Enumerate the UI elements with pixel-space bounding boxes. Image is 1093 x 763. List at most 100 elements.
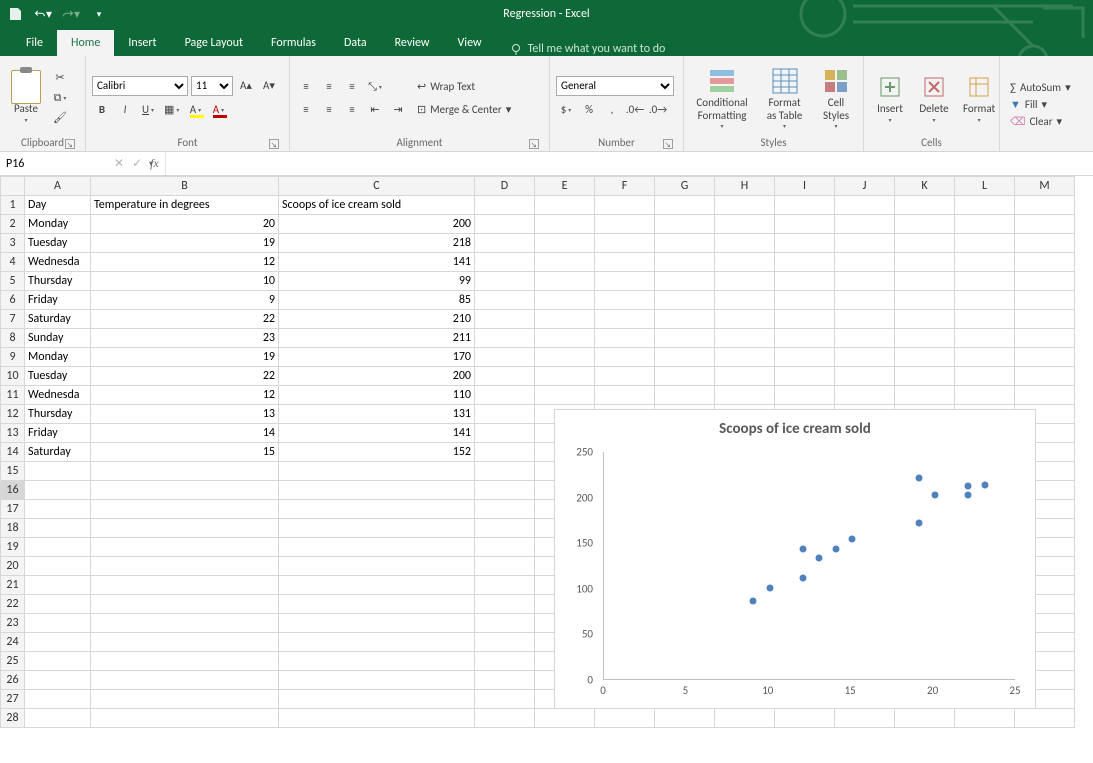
cell[interactable] [955, 386, 1015, 405]
cell[interactable] [475, 576, 535, 595]
cell[interactable] [955, 367, 1015, 386]
redo-icon[interactable]: ▾ [62, 5, 80, 23]
cell[interactable]: 23 [91, 329, 279, 348]
row-header[interactable]: 3 [1, 234, 25, 253]
tab-home[interactable]: Home [57, 30, 114, 56]
accounting-format-button[interactable]: $▾ [556, 100, 576, 120]
cell[interactable] [775, 234, 835, 253]
cell[interactable] [475, 310, 535, 329]
tab-page-layout[interactable]: Page Layout [171, 30, 257, 56]
align-bottom-icon[interactable]: ≡ [342, 78, 362, 96]
cell[interactable] [279, 595, 475, 614]
cell[interactable] [595, 386, 655, 405]
cell[interactable] [895, 234, 955, 253]
row-header[interactable]: 19 [1, 538, 25, 557]
cell[interactable] [279, 690, 475, 709]
cell[interactable]: Sunday [25, 329, 91, 348]
cell[interactable] [1015, 329, 1075, 348]
cell[interactable] [91, 595, 279, 614]
row-header[interactable]: 22 [1, 595, 25, 614]
align-top-icon[interactable]: ≡ [296, 78, 316, 96]
cell[interactable] [25, 576, 91, 595]
cell[interactable] [775, 348, 835, 367]
cell[interactable] [955, 310, 1015, 329]
orientation-icon[interactable]: ⤡▾ [365, 77, 385, 97]
copy-icon[interactable]: ⧉▾ [50, 89, 70, 107]
cell[interactable] [715, 386, 775, 405]
cell[interactable] [775, 291, 835, 310]
cell[interactable] [279, 576, 475, 595]
cell[interactable] [475, 291, 535, 310]
clear-button[interactable]: ⌫Clear▾ [1006, 114, 1075, 129]
cell[interactable] [715, 291, 775, 310]
cell[interactable] [279, 481, 475, 500]
cell[interactable] [25, 557, 91, 576]
cell[interactable] [475, 614, 535, 633]
cancel-formula-icon[interactable]: ✕ [114, 156, 124, 171]
underline-button[interactable]: U▾ [138, 100, 158, 120]
borders-button[interactable]: ▦▾ [161, 100, 182, 120]
align-right-icon[interactable]: ≡ [342, 101, 362, 119]
cell[interactable] [715, 329, 775, 348]
cell[interactable] [835, 386, 895, 405]
cell[interactable] [955, 253, 1015, 272]
cell[interactable] [475, 196, 535, 215]
column-header[interactable]: D [475, 177, 535, 196]
cell[interactable] [91, 576, 279, 595]
cell[interactable]: 99 [279, 272, 475, 291]
row-header[interactable]: 8 [1, 329, 25, 348]
cell[interactable] [655, 253, 715, 272]
row-header[interactable]: 16 [1, 481, 25, 500]
cell[interactable] [655, 348, 715, 367]
cell[interactable]: 218 [279, 234, 475, 253]
cell[interactable] [895, 253, 955, 272]
cell[interactable] [715, 348, 775, 367]
cell[interactable] [535, 386, 595, 405]
cell[interactable] [595, 348, 655, 367]
cell[interactable]: 85 [279, 291, 475, 310]
cell[interactable] [475, 690, 535, 709]
cell[interactable] [91, 709, 279, 728]
row-header[interactable]: 26 [1, 671, 25, 690]
cell[interactable] [535, 348, 595, 367]
cell[interactable] [895, 367, 955, 386]
cell[interactable] [91, 462, 279, 481]
format-as-table-button[interactable]: Format as Table▾ [758, 60, 811, 135]
column-header[interactable]: J [835, 177, 895, 196]
cell[interactable] [25, 671, 91, 690]
font-color-button[interactable]: A▾ [208, 100, 228, 120]
font-dialog-launcher[interactable]: ↘ [269, 139, 279, 149]
increase-font-icon[interactable]: A▴ [236, 77, 256, 95]
cell-styles-button[interactable]: Cell Styles▾ [815, 60, 857, 135]
column-header[interactable]: A [25, 177, 91, 196]
clipboard-dialog-launcher[interactable]: ↘ [65, 139, 75, 149]
cell[interactable]: 141 [279, 424, 475, 443]
cell[interactable] [475, 367, 535, 386]
cell[interactable] [835, 291, 895, 310]
cell[interactable]: Day [25, 196, 91, 215]
cell[interactable] [535, 253, 595, 272]
cell[interactable] [655, 272, 715, 291]
cell[interactable] [655, 329, 715, 348]
cell[interactable] [955, 272, 1015, 291]
cell[interactable]: 200 [279, 215, 475, 234]
cell[interactable]: 19 [91, 348, 279, 367]
cell[interactable] [91, 538, 279, 557]
row-header[interactable]: 14 [1, 443, 25, 462]
cell[interactable] [25, 652, 91, 671]
cell[interactable] [535, 310, 595, 329]
cell[interactable]: Wednesda [25, 386, 91, 405]
cell[interactable] [475, 481, 535, 500]
cell[interactable]: 152 [279, 443, 475, 462]
autosum-button[interactable]: ∑AutoSum▾ [1006, 80, 1075, 95]
cell[interactable] [475, 671, 535, 690]
row-header[interactable]: 12 [1, 405, 25, 424]
cell[interactable] [475, 709, 535, 728]
cell[interactable] [1015, 310, 1075, 329]
cell[interactable] [895, 329, 955, 348]
cell[interactable] [595, 272, 655, 291]
formula-input[interactable] [166, 152, 1093, 175]
cell[interactable] [775, 386, 835, 405]
cell[interactable]: 20 [91, 215, 279, 234]
tab-formulas[interactable]: Formulas [257, 30, 330, 56]
